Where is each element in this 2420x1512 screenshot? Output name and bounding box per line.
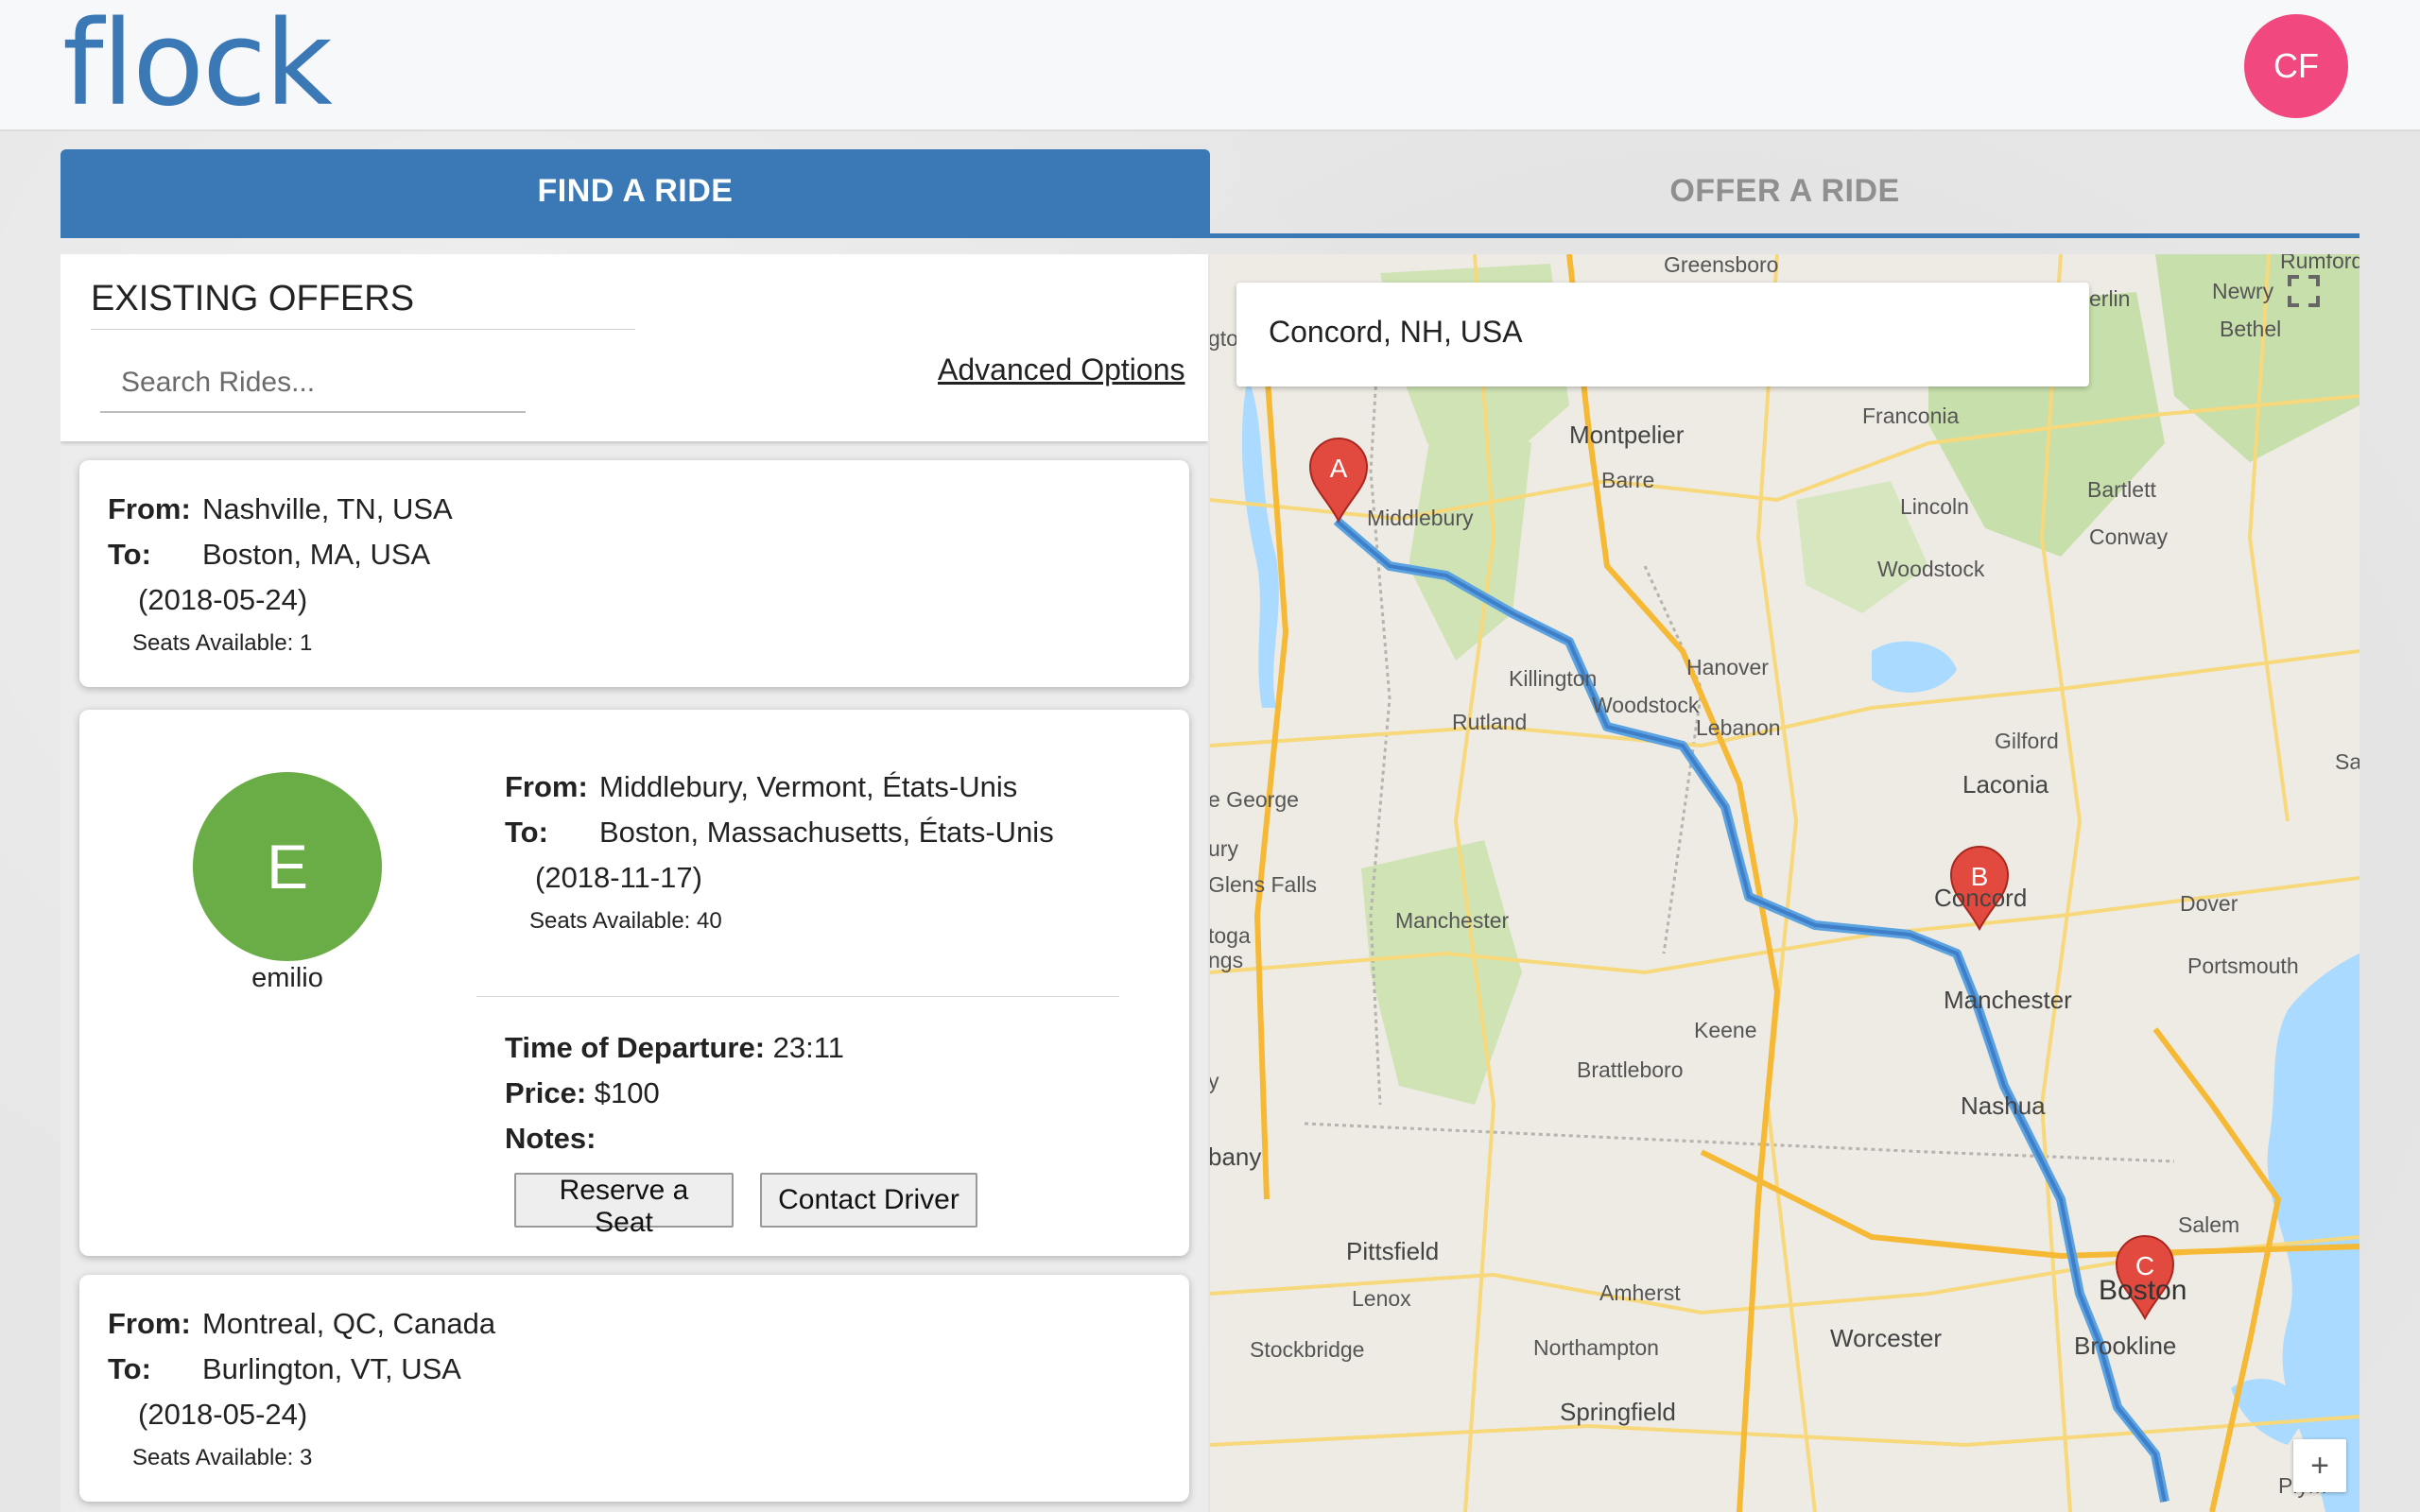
map-label: Newry: [2212, 279, 2274, 303]
map-label: Hanover: [1686, 655, 1769, 679]
map-label: Greensboro: [1664, 254, 1779, 277]
map-label: Manchester: [1395, 908, 1510, 933]
departure-time: 23:11: [772, 1031, 844, 1064]
map-label: Portsmouth: [2187, 954, 2299, 978]
map-label: Franconia: [1862, 404, 1960, 428]
map-label: Barre: [1601, 468, 1655, 492]
offers-header: EXISTING OFFERS Advanced Options: [60, 254, 1208, 441]
map-label: ury: [1210, 836, 1238, 861]
map-label: ngs: [1210, 948, 1244, 972]
from-label: From:: [108, 1307, 191, 1340]
to-label: To:: [108, 538, 151, 571]
map-label: toga: [1210, 923, 1251, 948]
offer-from: Nashville, TN, USA: [202, 492, 453, 525]
user-avatar[interactable]: CF: [2244, 14, 2348, 118]
map-label: erlin: [2089, 286, 2131, 311]
map-canvas[interactable]: A B C: [1210, 254, 2360, 1512]
to-label: To:: [108, 1352, 151, 1385]
map-label: Bethel: [2220, 317, 2282, 341]
advanced-options-link[interactable]: Advanced Options: [938, 352, 1185, 387]
offer-seats: Seats Available: 1: [132, 630, 313, 656]
offer-to: Boston, MA, USA: [202, 538, 431, 571]
map-label: Pittsfield: [1346, 1237, 1440, 1265]
map-label: Montpelier: [1569, 421, 1685, 449]
contact-driver-button[interactable]: Contact Driver: [760, 1173, 977, 1228]
map-label: Laconia: [1962, 770, 2049, 799]
map-label: Brattleboro: [1577, 1057, 1684, 1082]
map-label: Worcester: [1830, 1324, 1942, 1352]
offer-from: Middlebury, Vermont, États-Unis: [599, 770, 1018, 803]
to-label: To:: [505, 816, 548, 849]
offer-seats: Seats Available: 40: [529, 908, 722, 934]
offer-date: (2018-05-24): [138, 1398, 308, 1431]
map-label: Conway: [2089, 524, 2169, 549]
card-divider: [476, 996, 1119, 997]
map-label: Lenox: [1352, 1286, 1411, 1311]
notes-label: Notes:: [505, 1122, 596, 1155]
map-label: Dover: [2180, 891, 2238, 916]
map-label: Glens Falls: [1210, 872, 1318, 897]
map-label: Northampton: [1533, 1335, 1659, 1360]
offer-to: Boston, Massachusetts, États-Unis: [599, 816, 1054, 849]
offer-to: Burlington, VT, USA: [202, 1352, 461, 1385]
tab-find-a-ride[interactable]: FIND A RIDE: [60, 149, 1210, 233]
map-label: Bartlett: [2087, 477, 2156, 502]
logo[interactable]: flock: [62, 0, 333, 129]
map-label: Stockbridge: [1250, 1337, 1365, 1362]
fullscreen-icon[interactable]: [2288, 275, 2344, 332]
map-label: Sa: [2335, 749, 2360, 774]
offers-title: EXISTING OFFERS: [91, 279, 635, 330]
map-label: Rumford: [2280, 254, 2360, 273]
svg-text:A: A: [1330, 454, 1348, 483]
departure-label: Time of Departure:: [505, 1031, 766, 1064]
map-label: Keene: [1694, 1018, 1757, 1042]
map-label: bany: [1210, 1143, 1262, 1171]
map-label: Springfield: [1560, 1398, 1676, 1426]
map-label: y: [1210, 1069, 1219, 1093]
map-label: Concord: [1934, 884, 2028, 912]
price-label: Price:: [505, 1076, 587, 1109]
map-label: Woodstock: [1592, 693, 1700, 717]
zoom-in-button[interactable]: +: [2293, 1439, 2346, 1492]
map-label: Killington: [1509, 666, 1598, 691]
map-label: Boston: [2099, 1275, 2187, 1306]
offer-date: (2018-11-17): [535, 861, 702, 894]
offer-seats: Seats Available: 3: [132, 1445, 313, 1470]
driver-avatar: E: [193, 772, 382, 961]
map-location-field[interactable]: Concord, NH, USA: [1236, 283, 2089, 387]
map-label: Woodstock: [1877, 557, 1985, 581]
map-label: Salem: [2178, 1212, 2240, 1237]
map-label: gto: [1210, 326, 1238, 351]
search-rides-input[interactable]: [100, 354, 526, 413]
map-label: Brookline: [2074, 1332, 2177, 1360]
offer-from: Montreal, QC, Canada: [202, 1307, 496, 1340]
map-label: Manchester: [1944, 986, 2072, 1014]
offer-date: (2018-05-24): [138, 583, 308, 616]
top-bar: flock CF: [0, 0, 2420, 131]
from-label: From:: [505, 770, 588, 803]
from-label: From:: [108, 492, 191, 525]
reserve-seat-button[interactable]: Reserve a Seat: [514, 1173, 734, 1238]
offers-panel: EXISTING OFFERS Advanced Options From: N…: [60, 254, 1208, 1512]
price-value: $100: [594, 1076, 660, 1109]
offer-card[interactable]: From: Montreal, QC, Canada To: Burlingto…: [79, 1275, 1189, 1502]
map-label: Amherst: [1599, 1280, 1681, 1305]
offer-card-expanded[interactable]: E emilio From: Middlebury, Vermont, État…: [79, 710, 1189, 1256]
map-label: Middlebury: [1367, 506, 1474, 530]
ride-tabs: FIND A RIDE OFFER A RIDE: [60, 149, 2360, 238]
driver-name: emilio: [251, 963, 323, 993]
map-label: Lincoln: [1900, 494, 1969, 519]
route-map[interactable]: A B C Greensboro Rumford Newry Bethel er…: [1210, 254, 2360, 1512]
map-label: e George: [1210, 787, 1299, 812]
tab-offer-a-ride[interactable]: OFFER A RIDE: [1210, 149, 2360, 233]
map-label: Nashua: [1961, 1091, 2046, 1120]
map-label: Lebanon: [1696, 715, 1781, 740]
offer-card[interactable]: From: Nashville, TN, USA To: Boston, MA,…: [79, 460, 1189, 687]
map-label: Gilford: [1995, 729, 2059, 753]
map-label: Rutland: [1452, 710, 1528, 734]
